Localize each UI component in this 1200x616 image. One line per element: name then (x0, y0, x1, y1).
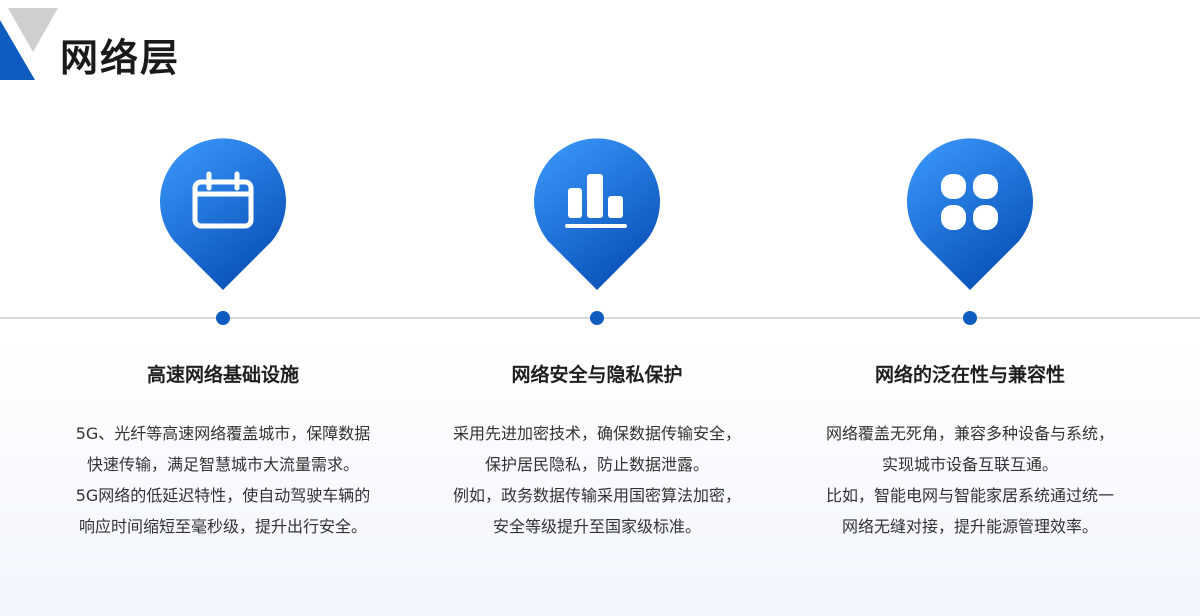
feature-description: 采用先进加密技术，确保数据传输安全， 保护居民隐私，防止数据泄露。 例如，政务数… (452, 424, 741, 536)
timeline-dot (216, 311, 230, 325)
map-pin-marker (534, 138, 660, 290)
page-title: 网络层 (60, 36, 181, 80)
feature-title: 网络安全与隐私保护 (511, 364, 683, 386)
timeline-dot (590, 311, 604, 325)
feature-description: 网络覆盖无死角，兼容多种设备与系统， 实现城市设备互联互通。 比如，智能电网与智… (825, 424, 1114, 536)
map-pin-marker (907, 138, 1033, 290)
map-pin-marker (160, 138, 286, 290)
timeline-dot (963, 311, 977, 325)
feature-title: 网络的泛在性与兼容性 (874, 364, 1065, 386)
feature-description: 5G、光纤等高速网络覆盖城市，保障数据 快速传输，满足智慧城市大流量需求。 5G… (75, 424, 371, 536)
feature-title: 高速网络基础设施 (146, 364, 299, 386)
